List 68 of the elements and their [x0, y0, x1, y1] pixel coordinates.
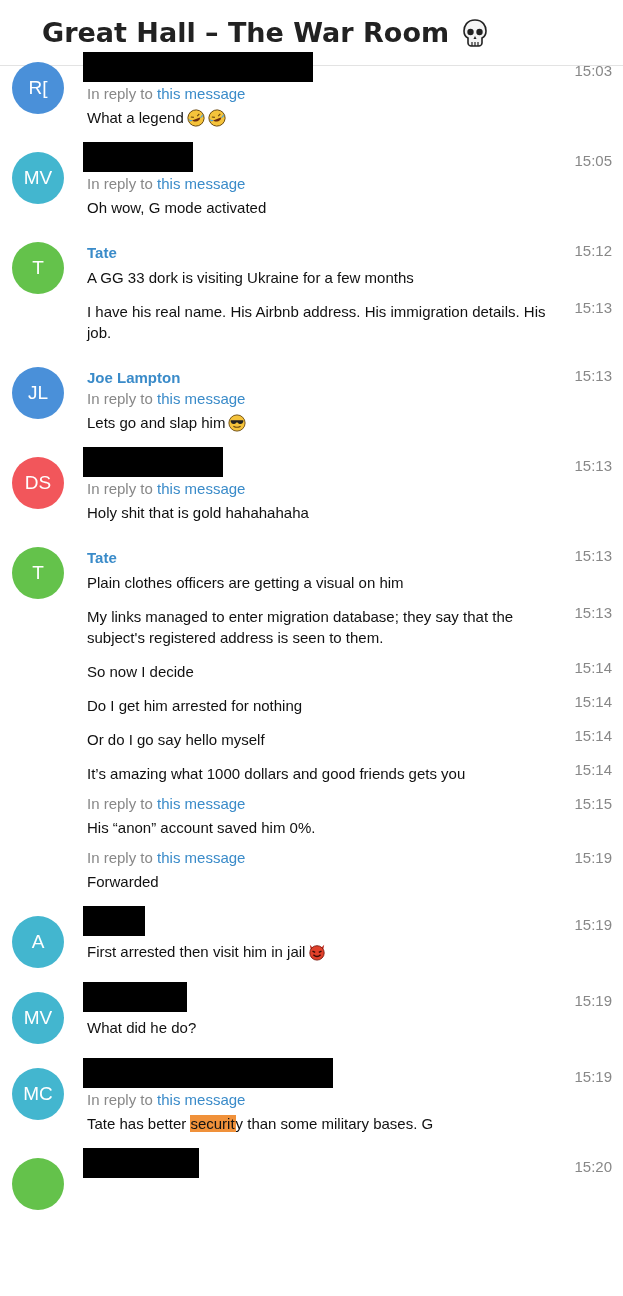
message-time: 15:13 [574, 603, 612, 623]
message-time: 15:14 [574, 760, 612, 780]
message-text: I have his real name. His Airbnb address. His immigration details. His job. [87, 302, 547, 343]
sender-name[interactable]: Tate [87, 537, 117, 566]
message-text: Or do I go say hello myself [87, 730, 265, 750]
message-text: So now I decide [87, 662, 194, 682]
chat-title: Great Hall – The War Room [42, 17, 450, 48]
message-text: What did he do? [87, 1018, 197, 1038]
avatar[interactable]: A [12, 916, 64, 968]
message-text: Holy shit that is gold hahahahaha [87, 503, 309, 523]
message-time: 15:03 [574, 61, 612, 79]
message-time: 15:20 [574, 1157, 612, 1175]
redaction-bar [83, 906, 145, 936]
message-time: 15:14 [574, 658, 612, 678]
message-link[interactable]: this message [157, 849, 246, 866]
reply-reference: In reply to this message [87, 1091, 247, 1108]
reply-reference: In reply to this message [87, 390, 247, 407]
message-time: 15:13 [574, 546, 612, 564]
avatar[interactable]: MV [12, 992, 64, 1044]
message-time: 15:15 [574, 794, 612, 814]
message-link[interactable]: this message [157, 1091, 246, 1108]
message-time: 15:05 [574, 151, 612, 169]
reply-reference: In reply to this message [87, 795, 247, 812]
message-text: What a legend [87, 108, 184, 128]
avatar[interactable] [12, 1158, 64, 1210]
skull-icon [461, 17, 490, 48]
message-text: Forwarded [87, 872, 159, 892]
devil-face-icon [308, 942, 327, 961]
reply-reference: In reply to this message [87, 175, 247, 192]
message-time: 15:13 [574, 298, 612, 318]
message-text: First arrested then visit him in jail [87, 942, 306, 962]
message-time: 15:19 [574, 1067, 612, 1085]
avatar[interactable]: MV [12, 152, 64, 204]
laughing-face-icon [186, 108, 205, 127]
sender-name[interactable]: Joe Lampton [87, 357, 181, 386]
message-link[interactable]: this message [157, 480, 246, 497]
reply-reference: In reply to this message [87, 85, 247, 102]
message-time: 15:19 [574, 848, 612, 868]
message-time: 15:12 [574, 241, 612, 259]
sender-name[interactable]: Tate [87, 232, 117, 261]
message-text: Oh wow, G mode activated [87, 198, 267, 218]
message-time: 15:13 [574, 456, 612, 474]
message-time: 15:14 [574, 726, 612, 746]
laughing-face-icon [207, 108, 226, 127]
sunglasses-face-icon [228, 413, 247, 432]
reply-reference: In reply to this message [87, 849, 247, 866]
message-link[interactable]: this message [157, 390, 246, 407]
message-text: His “anon” account saved him 0%. [87, 818, 316, 838]
message-link[interactable]: this message [157, 795, 246, 812]
message-text: It’s amazing what 1000 dollars and good friends gets you [87, 764, 466, 784]
message-text: My links managed to enter migration database; they say that the subject's registered address is seen to them. [87, 607, 515, 648]
message-time: 15:19 [574, 991, 612, 1009]
message-text: Lets go and slap him [87, 413, 226, 433]
message-time: 15:13 [574, 366, 612, 384]
avatar[interactable]: R[ [12, 62, 64, 114]
message-time: 15:14 [574, 692, 612, 712]
message-text: A GG 33 dork is visiting Ukraine for a few months [87, 268, 414, 288]
avatar[interactable]: JL [12, 367, 64, 419]
message-link[interactable]: this message [157, 175, 246, 192]
message-text: Do I get him arrested for nothing [87, 696, 303, 716]
message-link[interactable]: this message [157, 85, 246, 102]
avatar[interactable]: DS [12, 457, 64, 509]
avatar[interactable]: T [12, 547, 64, 599]
avatar[interactable]: MC [12, 1068, 64, 1120]
message-text: Plain clothes officers are getting a visual on him [87, 573, 404, 593]
message-time: 15:19 [574, 915, 612, 933]
reply-reference: In reply to this message [87, 480, 247, 497]
avatar[interactable]: T [12, 242, 64, 294]
